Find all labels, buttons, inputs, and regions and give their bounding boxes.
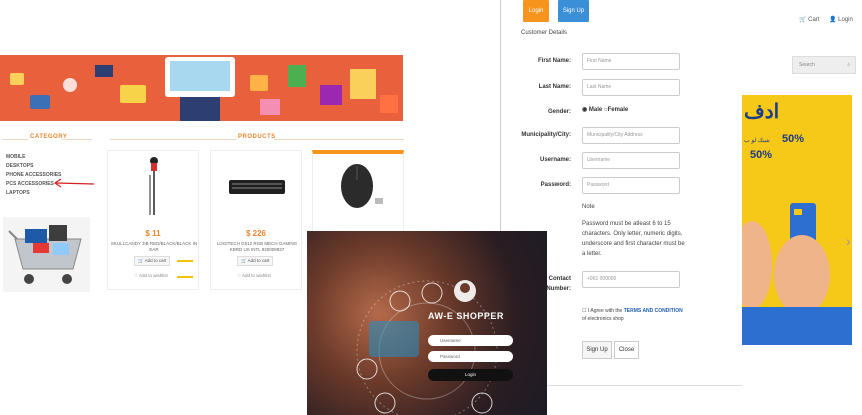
category-item-pcs-accessories[interactable]: PCS ACCESSORIES bbox=[6, 181, 54, 187]
terms-checkbox[interactable]: ☐ bbox=[582, 308, 586, 314]
yellow-arrow-icon bbox=[177, 276, 193, 278]
chevron-right-icon[interactable]: › bbox=[846, 233, 851, 249]
signup-tab[interactable]: Sign Up bbox=[558, 0, 589, 22]
add-to-cart-button[interactable]: 🛒 Add to cart bbox=[134, 256, 171, 266]
product-price: $ 11 bbox=[145, 229, 161, 238]
last-name-input[interactable]: Last Name bbox=[582, 79, 680, 96]
divider bbox=[2, 139, 28, 140]
product-card[interactable]: $ 11 SKULLCANDY JIB RED/BLACK/BLACK IN E… bbox=[107, 150, 199, 290]
login-link[interactable]: 👤 Login bbox=[829, 16, 853, 23]
username-label: Username: bbox=[539, 157, 571, 163]
keyboard-image-icon bbox=[229, 180, 285, 194]
product-card[interactable]: $ 226 LOGITECH G512 RGB MECH GAMING KBRD… bbox=[210, 150, 302, 290]
shop-banner bbox=[0, 55, 403, 121]
gender-options: ◉ Male ○Female bbox=[582, 107, 629, 113]
red-arrow-icon bbox=[53, 178, 95, 188]
category-list: MOBILE DESKTOPS PHONE ACCESSORIES PCS AC… bbox=[2, 150, 92, 200]
male-radio[interactable]: ◉ bbox=[582, 107, 587, 113]
password-input[interactable]: Password bbox=[582, 177, 680, 194]
network-icons-illustration-icon bbox=[356, 280, 498, 415]
add-to-wishlist-link[interactable]: ♡ Add to wishlist bbox=[237, 273, 271, 279]
hero-password-input[interactable]: Password bbox=[428, 351, 513, 362]
note-line: characters. Only letter, numeric digits, bbox=[582, 231, 683, 237]
store-page-backdrop: 🛒 Cart 👤 Login Search ⌕ ادف 50% شيك لو ب … bbox=[742, 0, 862, 415]
note-line: Password must be atleast 6 to 15 bbox=[582, 221, 671, 227]
category-item-mobile[interactable]: MOBILE bbox=[6, 154, 25, 160]
products-title: PRODUCTS bbox=[238, 134, 276, 140]
username-input[interactable]: Username bbox=[582, 152, 680, 169]
credit-card-hand-icon bbox=[742, 203, 852, 345]
promo-title: ادف bbox=[744, 101, 780, 123]
divider bbox=[62, 139, 92, 140]
product-name: SKULLCANDY JIB RED/BLACK/BLACK IN EAR bbox=[110, 241, 198, 252]
product-name: LOGITECH G512 RGB MECH GAMING KBRD US IN… bbox=[216, 241, 298, 252]
add-to-cart-button[interactable]: 🛒 Add to cart bbox=[237, 256, 274, 266]
yellow-arrow-icon bbox=[177, 260, 193, 262]
last-name-label: Last Name: bbox=[538, 84, 571, 90]
category-item-desktops[interactable]: DESKTOPS bbox=[6, 163, 33, 169]
note-line: a letter. bbox=[582, 251, 602, 257]
product-price: $ 226 bbox=[245, 229, 267, 238]
divider bbox=[110, 139, 236, 140]
shopping-cart-image bbox=[3, 217, 90, 292]
terms-agreement: ☐ I Agree with the TERMS AND CONDITION o… bbox=[582, 308, 683, 322]
shopper-login-hero: AW-E SHOPPER Username Password Login bbox=[307, 231, 547, 415]
municipality-label: Municipality/City: bbox=[521, 132, 571, 138]
terms-link[interactable]: TERMS AND CONDITION bbox=[624, 308, 683, 314]
mouse-image-icon bbox=[341, 164, 383, 208]
search-input[interactable]: Search ⌕ bbox=[792, 56, 856, 74]
municipality-input[interactable]: Municipality/City Address bbox=[582, 127, 680, 144]
hero-username-input[interactable]: Username bbox=[428, 335, 513, 346]
close-button[interactable]: Close bbox=[614, 341, 639, 359]
section-title: Customer Details bbox=[521, 30, 568, 36]
note-line: underscore and first character must be bbox=[582, 241, 685, 247]
signup-button[interactable]: Sign Up bbox=[582, 341, 612, 359]
password-label: Password: bbox=[540, 182, 571, 188]
note-title: Note bbox=[582, 204, 595, 210]
cart-link[interactable]: 🛒 Cart bbox=[799, 16, 819, 23]
shopping-cart-icon bbox=[3, 217, 90, 292]
login-tab[interactable]: Login bbox=[523, 0, 549, 22]
promo-discount: 50% bbox=[782, 133, 805, 145]
category-item-laptops[interactable]: LAPTOPS bbox=[6, 190, 30, 196]
search-icon[interactable]: ⌕ bbox=[847, 57, 850, 73]
promo-banner[interactable]: ادف 50% شيك لو ب 50% bbox=[742, 95, 852, 345]
promo-text: شيك لو ب bbox=[744, 138, 770, 144]
contact-input[interactable]: +961 000000 bbox=[582, 271, 680, 288]
gender-label: Gender: bbox=[547, 109, 571, 115]
first-name-input[interactable]: First Name bbox=[582, 53, 680, 70]
add-to-wishlist-link[interactable]: ♡ Add to wishlist bbox=[134, 273, 168, 279]
hero-login-button[interactable]: Login bbox=[428, 369, 513, 381]
shopping-illustration-icon bbox=[0, 55, 403, 121]
promo-discount: 50% bbox=[750, 149, 773, 161]
earphones-image-icon bbox=[149, 157, 158, 215]
hero-title: AW-E SHOPPER bbox=[428, 311, 504, 321]
divider bbox=[274, 139, 404, 140]
first-name-label: First Name: bbox=[537, 58, 571, 64]
